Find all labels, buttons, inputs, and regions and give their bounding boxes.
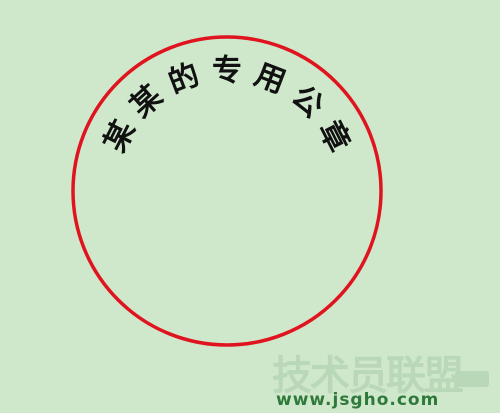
seal-character: 专 xyxy=(212,54,242,89)
watermark-url: www.jsgho.com xyxy=(276,390,440,410)
canvas: 某某的专用公章 技术员联盟 www.jsgho.com xyxy=(0,0,500,413)
watermark-badge xyxy=(455,371,489,387)
